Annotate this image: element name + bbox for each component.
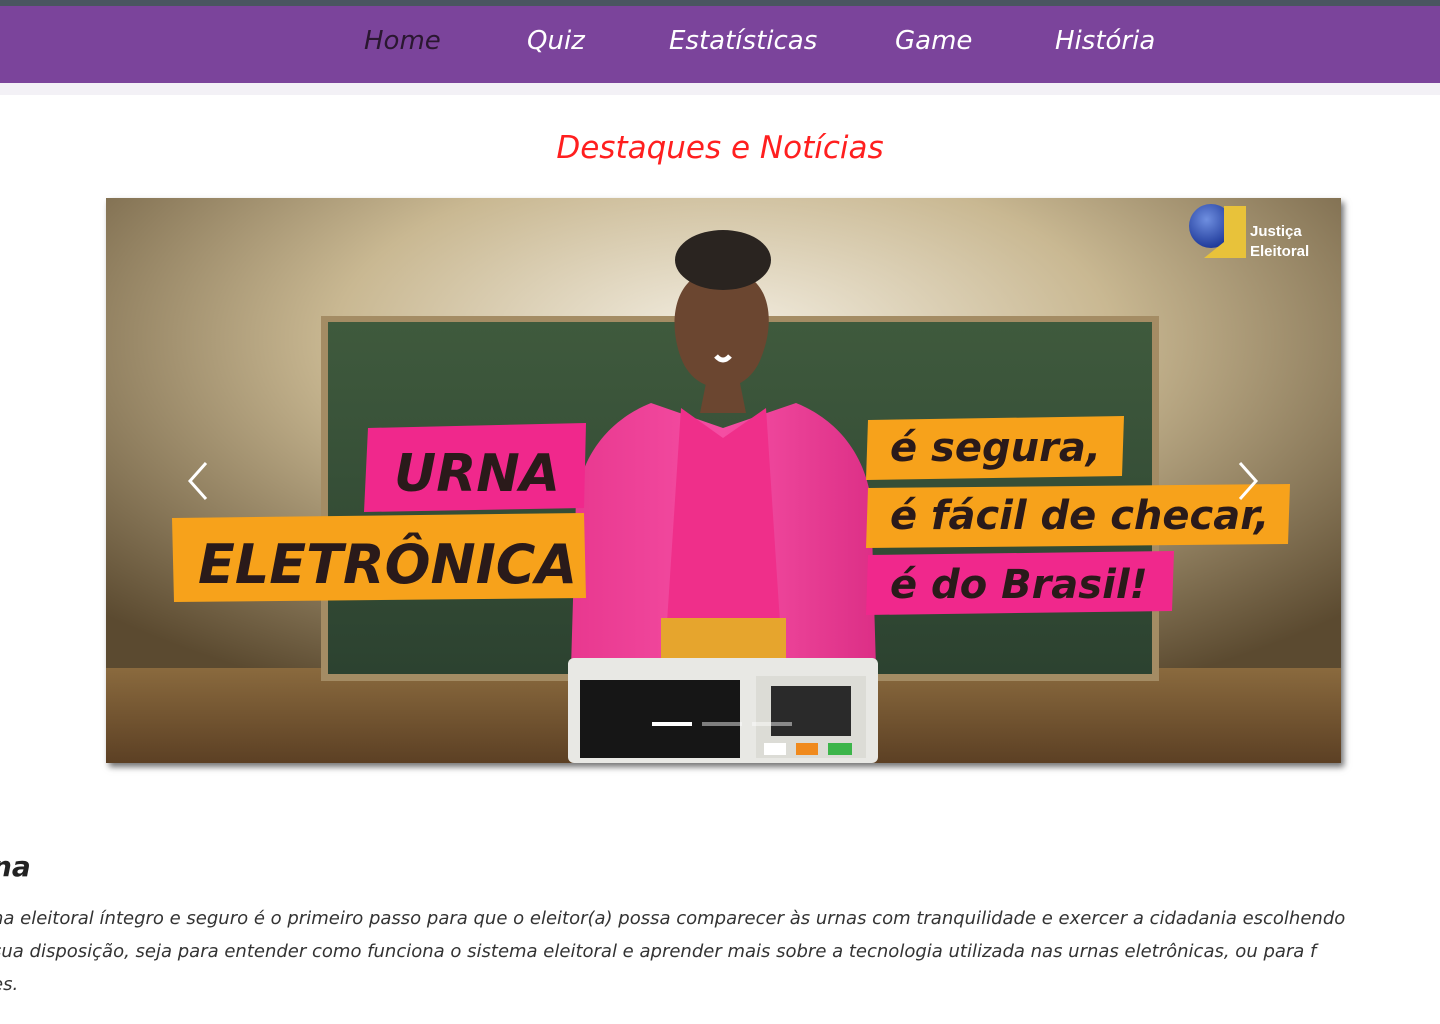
chevron-right-icon	[1238, 462, 1259, 500]
carousel-next-button[interactable]	[1228, 453, 1268, 509]
nav-game[interactable]: Game	[895, 26, 972, 56]
news-carousel[interactable]: URNA ELETRÔNICA é segura, é fácil de che…	[106, 198, 1341, 763]
slide-text-urna: URNA	[394, 444, 560, 504]
nav-home[interactable]: Home	[364, 26, 441, 56]
carousel-indicator-3[interactable]	[752, 722, 792, 726]
article-line: na eleitoral íntegro e seguro é o primei…	[0, 908, 1346, 929]
highlights-title: Destaques e Notícias	[556, 130, 884, 166]
chevron-left-icon	[187, 462, 208, 500]
svg-text:Eleitoral: Eleitoral	[1250, 243, 1309, 260]
slide-text-eletronica: ELETRÔNICA	[198, 533, 577, 596]
svg-text:Justiça: Justiça	[1250, 223, 1302, 240]
nav-historia[interactable]: História	[1055, 26, 1155, 56]
slide-text-line2: é fácil de checar,	[890, 493, 1269, 539]
article-body: na eleitoral íntegro e seguro é o primei…	[0, 902, 1440, 1001]
nav-estatisticas[interactable]: Estatísticas	[669, 26, 817, 56]
nav-quiz[interactable]: Quiz	[527, 26, 585, 56]
carousel-slide-image: URNA ELETRÔNICA é segura, é fácil de che…	[106, 198, 1341, 763]
article-heading: na	[0, 850, 31, 883]
article-line: es.	[0, 974, 19, 995]
carousel-indicator-2[interactable]	[702, 722, 742, 726]
slide-text-line3: é do Brasil!	[890, 562, 1148, 608]
carousel-prev-button[interactable]	[178, 453, 218, 509]
main-navbar: Home Quiz Estatísticas Game História	[0, 6, 1440, 83]
nav-underbar	[0, 83, 1440, 95]
carousel-indicators	[652, 722, 792, 728]
article-line: sua disposição, seja para entender como …	[0, 941, 1317, 962]
slide-text-line1: é segura,	[890, 425, 1101, 471]
carousel-indicator-1[interactable]	[652, 722, 692, 726]
